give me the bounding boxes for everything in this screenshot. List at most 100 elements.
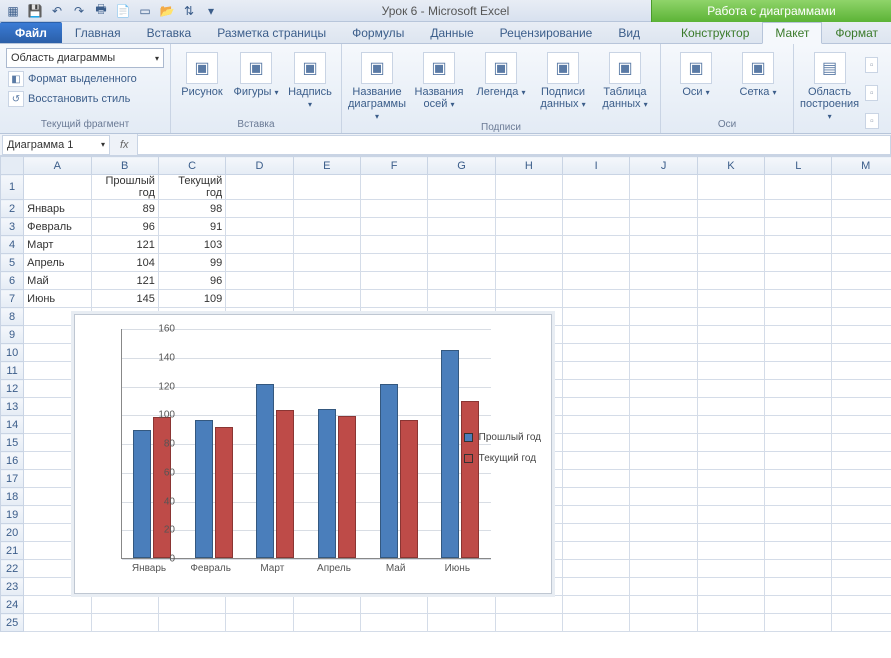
- cell-K20[interactable]: [697, 524, 764, 542]
- name-box[interactable]: Диаграмма 1 ▾: [2, 135, 110, 155]
- cell-L10[interactable]: [765, 344, 832, 362]
- cell-L23[interactable]: [765, 578, 832, 596]
- cell-K4[interactable]: [697, 236, 764, 254]
- cell-J24[interactable]: [630, 596, 697, 614]
- row-header-25[interactable]: 25: [1, 614, 24, 632]
- cell-L22[interactable]: [765, 560, 832, 578]
- cell-M23[interactable]: [832, 578, 891, 596]
- format-selection-button[interactable]: ◧ Формат выделенного: [6, 70, 139, 88]
- cell-M24[interactable]: [832, 596, 891, 614]
- cell-K18[interactable]: [697, 488, 764, 506]
- cell-K10[interactable]: [697, 344, 764, 362]
- cell-M17[interactable]: [832, 470, 891, 488]
- chart-plot-area[interactable]: [121, 329, 491, 559]
- cell-H3[interactable]: [495, 218, 562, 236]
- cell-L7[interactable]: [765, 290, 832, 308]
- legend-item-0[interactable]: Прошлый год: [464, 429, 541, 446]
- row-header-20[interactable]: 20: [1, 524, 24, 542]
- col-header-I[interactable]: I: [563, 157, 630, 175]
- cell-I21[interactable]: [563, 542, 630, 560]
- row-header-22[interactable]: 22: [1, 560, 24, 578]
- cell-F25[interactable]: [360, 614, 427, 632]
- cell-D7[interactable]: [226, 290, 293, 308]
- cell-G1[interactable]: [428, 175, 495, 200]
- cell-G7[interactable]: [428, 290, 495, 308]
- cell-K24[interactable]: [697, 596, 764, 614]
- cell-A3[interactable]: Февраль: [24, 218, 91, 236]
- cell-J12[interactable]: [630, 380, 697, 398]
- tab-file[interactable]: Файл: [0, 22, 62, 43]
- reset-style-button[interactable]: ↺ Восстановить стиль: [6, 90, 132, 108]
- cell-A6[interactable]: Май: [24, 272, 91, 290]
- col-header-L[interactable]: L: [765, 157, 832, 175]
- row-header-6[interactable]: 6: [1, 272, 24, 290]
- cell-J22[interactable]: [630, 560, 697, 578]
- cell-E6[interactable]: [293, 272, 360, 290]
- cell-J10[interactable]: [630, 344, 697, 362]
- cell-H7[interactable]: [495, 290, 562, 308]
- cell-I13[interactable]: [563, 398, 630, 416]
- row-header-9[interactable]: 9: [1, 326, 24, 344]
- cell-E4[interactable]: [293, 236, 360, 254]
- cell-I12[interactable]: [563, 380, 630, 398]
- cell-J17[interactable]: [630, 470, 697, 488]
- cell-L6[interactable]: [765, 272, 832, 290]
- cell-J20[interactable]: [630, 524, 697, 542]
- cell-M8[interactable]: [832, 308, 891, 326]
- cell-I18[interactable]: [563, 488, 630, 506]
- col-header-A[interactable]: A: [24, 157, 91, 175]
- cell-A2[interactable]: Январь: [24, 200, 91, 218]
- cell-I2[interactable]: [563, 200, 630, 218]
- cell-K3[interactable]: [697, 218, 764, 236]
- cell-G5[interactable]: [428, 254, 495, 272]
- worksheet-grid[interactable]: ABCDEFGHIJKLM1Прошлый годТекущий год2Янв…: [0, 156, 891, 658]
- cell-C4[interactable]: 103: [158, 236, 225, 254]
- подписи-данных-button[interactable]: ▣Подписи данных ▾: [534, 48, 592, 110]
- plot-area-button[interactable]: ▤ Область построения ▾: [800, 48, 859, 122]
- cell-D6[interactable]: [226, 272, 293, 290]
- cell-K25[interactable]: [697, 614, 764, 632]
- cell-M25[interactable]: [832, 614, 891, 632]
- row-header-5[interactable]: 5: [1, 254, 24, 272]
- cell-I22[interactable]: [563, 560, 630, 578]
- cell-C6[interactable]: 96: [158, 272, 225, 290]
- cell-I8[interactable]: [563, 308, 630, 326]
- bar-Март-Текущий год[interactable]: [276, 410, 294, 558]
- cell-K9[interactable]: [697, 326, 764, 344]
- cell-F6[interactable]: [360, 272, 427, 290]
- cell-M15[interactable]: [832, 434, 891, 452]
- cell-M2[interactable]: [832, 200, 891, 218]
- cell-H25[interactable]: [495, 614, 562, 632]
- cell-C3[interactable]: 91: [158, 218, 225, 236]
- cell-D2[interactable]: [226, 200, 293, 218]
- row-header-3[interactable]: 3: [1, 218, 24, 236]
- cell-L9[interactable]: [765, 326, 832, 344]
- cell-K15[interactable]: [697, 434, 764, 452]
- cell-K23[interactable]: [697, 578, 764, 596]
- col-header-D[interactable]: D: [226, 157, 293, 175]
- cell-M7[interactable]: [832, 290, 891, 308]
- col-header-K[interactable]: K: [697, 157, 764, 175]
- cell-L19[interactable]: [765, 506, 832, 524]
- cell-L8[interactable]: [765, 308, 832, 326]
- cell-I10[interactable]: [563, 344, 630, 362]
- cell-H5[interactable]: [495, 254, 562, 272]
- cell-B7[interactable]: 145: [91, 290, 158, 308]
- cell-J8[interactable]: [630, 308, 697, 326]
- cell-C5[interactable]: 99: [158, 254, 225, 272]
- row-header-16[interactable]: 16: [1, 452, 24, 470]
- cell-B3[interactable]: 96: [91, 218, 158, 236]
- row-header-13[interactable]: 13: [1, 398, 24, 416]
- bar-Май-Прошлый год[interactable]: [380, 384, 398, 558]
- cell-K2[interactable]: [697, 200, 764, 218]
- chart-legend[interactable]: Прошлый годТекущий год: [464, 425, 541, 471]
- cell-E7[interactable]: [293, 290, 360, 308]
- cell-H2[interactable]: [495, 200, 562, 218]
- cell-G4[interactable]: [428, 236, 495, 254]
- cell-D3[interactable]: [226, 218, 293, 236]
- row-header-4[interactable]: 4: [1, 236, 24, 254]
- cell-B24[interactable]: [91, 596, 158, 614]
- cell-C24[interactable]: [158, 596, 225, 614]
- cell-J23[interactable]: [630, 578, 697, 596]
- cell-L12[interactable]: [765, 380, 832, 398]
